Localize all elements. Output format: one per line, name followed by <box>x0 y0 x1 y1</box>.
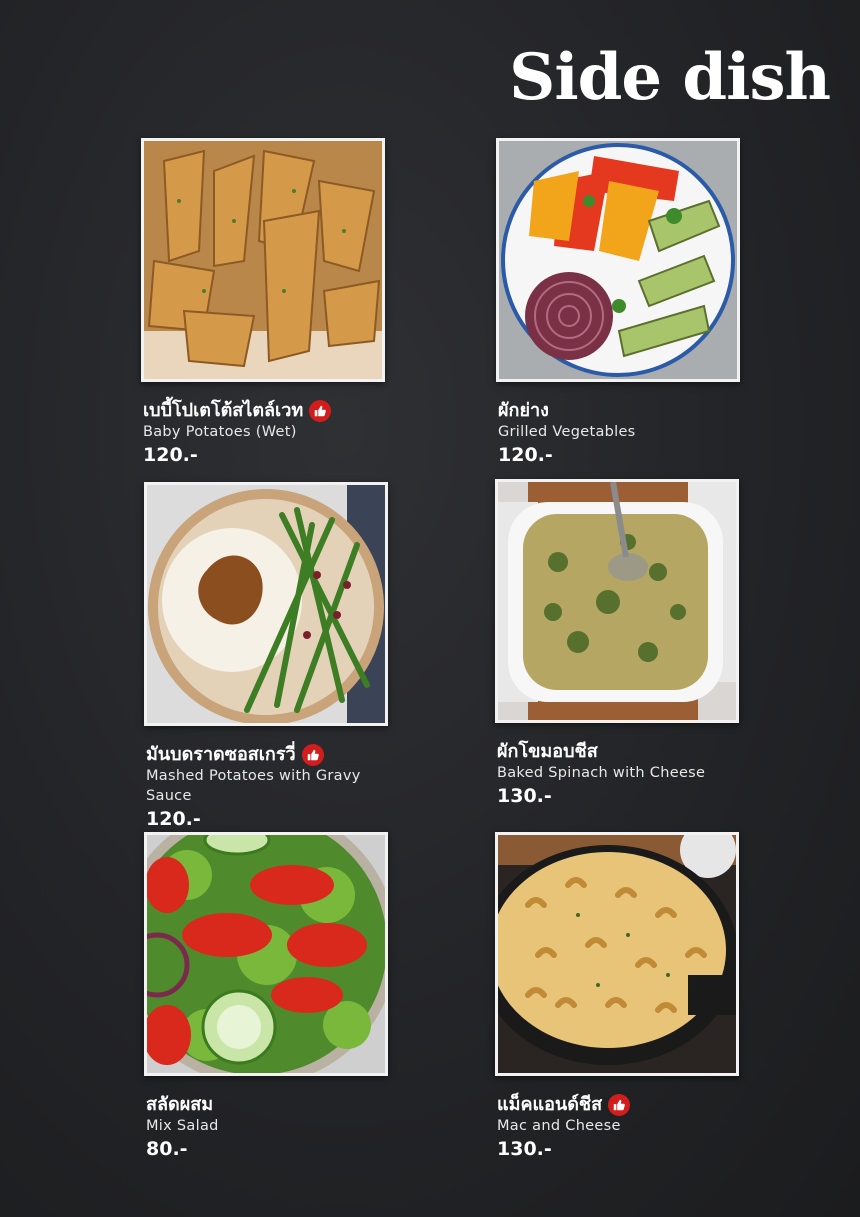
item-english-name: Baby Potatoes (Wet) <box>143 424 297 440</box>
item-english-name: Mix Salad <box>146 1118 219 1134</box>
menu-item-baby-potatoes: เบบี้โปเตโต้สไตล์เวท Baby Potatoes (Wet)… <box>141 138 385 468</box>
mix-salad-photo <box>144 832 388 1076</box>
menu-item-mix-salad: สลัดผสม Mix Salad 80.- <box>144 832 388 1162</box>
page-title: Side dish <box>509 40 831 115</box>
baked-spinach-photo <box>495 479 739 723</box>
item-thai-name: ผักโขมอบชีส <box>497 741 598 762</box>
item-price: 130.- <box>497 1138 552 1160</box>
item-english-name: Mac and Cheese <box>497 1118 621 1134</box>
menu-item-mashed-potatoes: มันบดราดซอสเกรวี่ Mashed Potatoes with G… <box>144 482 388 832</box>
thumbs-up-icon <box>301 744 324 766</box>
item-thai-name: ผักย่าง <box>498 400 549 421</box>
item-english-name: Mashed Potatoes with Gravy Sauce <box>146 768 361 804</box>
item-price: 130.- <box>497 785 552 807</box>
menu-item-baked-spinach: ผักโขมอบชีส Baked Spinach with Cheese 13… <box>495 479 739 809</box>
item-english-name: Grilled Vegetables <box>498 424 636 440</box>
mashed-potatoes-photo <box>144 482 388 726</box>
item-english-name: Baked Spinach with Cheese <box>497 765 706 781</box>
item-price: 80.- <box>146 1138 188 1160</box>
item-thai-name: สลัดผสม <box>146 1094 214 1115</box>
menu-item-grilled-vegetables: ผักย่าง Grilled Vegetables 120.- <box>496 138 740 468</box>
item-thai-name: แม็คแอนด์ชีส <box>497 1094 739 1116</box>
mac-and-cheese-photo <box>495 832 739 1076</box>
thumbs-up-icon <box>608 1094 631 1116</box>
thumbs-up-icon <box>309 400 332 422</box>
menu-item-mac-and-cheese: แม็คแอนด์ชีส Mac and Cheese 130.- <box>495 832 739 1162</box>
item-price: 120.- <box>146 808 201 830</box>
potato-wedges-photo <box>141 138 385 382</box>
item-thai-name: มันบดราดซอสเกรวี่ <box>146 744 388 766</box>
item-price: 120.- <box>143 444 198 466</box>
grilled-vegetables-photo <box>496 138 740 382</box>
item-thai-name: เบบี้โปเตโต้สไตล์เวท <box>143 400 385 422</box>
item-price: 120.- <box>498 444 553 466</box>
